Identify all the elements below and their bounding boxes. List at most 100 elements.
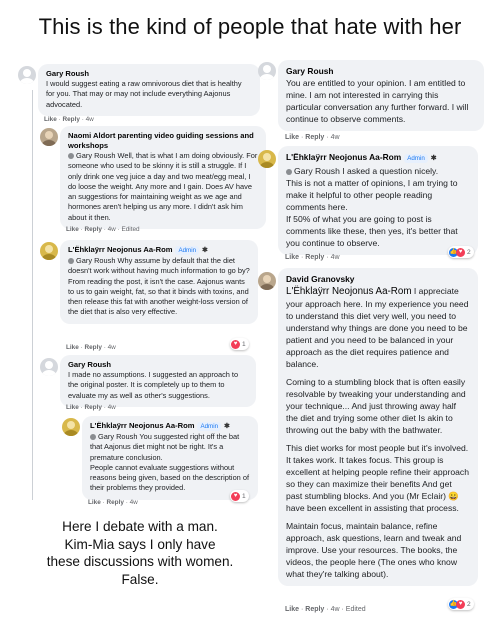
comment-time[interactable]: 4w (331, 134, 340, 141)
comment-body: I asked a question nicely. This is not a… (286, 166, 458, 248)
separator: · (300, 254, 304, 261)
like-link[interactable]: Like (66, 404, 79, 411)
like-link[interactable]: Like (88, 499, 101, 506)
reaction-summary[interactable]: ♥ 1 (230, 338, 249, 350)
mention-icon (68, 257, 74, 264)
comment-text: Gary Roush Well, that is what I am doing… (68, 151, 258, 223)
separator: · (80, 226, 83, 233)
comment-time[interactable]: 4w (331, 254, 340, 261)
comment-author[interactable]: David Granovsky (286, 273, 470, 285)
comment-bubble: David Granovsky L'Ëhklaÿrr Neojonus Aa-R… (278, 268, 478, 586)
badge-icon: ✱ (202, 247, 208, 254)
comment-author[interactable]: Naomi Aldort parenting video guiding ses… (68, 131, 258, 151)
avatar[interactable] (40, 358, 58, 376)
comment-text: I made no assumptions. I suggested an ap… (68, 370, 239, 400)
comment-actions: Like · Reply · 4w (285, 134, 340, 142)
heart-icon: ♥ (456, 599, 465, 609)
mention-icon (68, 152, 74, 159)
comment-text: Gary Roush I asked a question nicely. Th… (286, 165, 470, 249)
comment-paragraph: This diet works for most people but it's… (286, 442, 470, 514)
mention-link[interactable]: Gary Roush (294, 166, 340, 176)
comment-author[interactable]: Gary Roush (286, 65, 476, 77)
thread-line (32, 90, 33, 500)
mention-icon (286, 168, 292, 175)
separator: · (326, 254, 329, 261)
like-link[interactable]: Like (285, 606, 299, 613)
reply-link[interactable]: Reply (305, 254, 324, 261)
mention-link[interactable]: Gary Roush (76, 151, 115, 160)
comment-actions: Like · Reply · 4w (66, 404, 116, 412)
comment-time[interactable]: 4w (331, 606, 340, 613)
avatar[interactable] (258, 272, 276, 290)
badge-icon: ✱ (224, 423, 230, 430)
author-name[interactable]: L'Ëhklaÿrr Neojonus Aa-Rom (68, 245, 172, 254)
edited-label: Edited (121, 226, 140, 233)
comment-time[interactable]: 4w (86, 116, 94, 123)
mention-link[interactable]: Gary Roush (76, 256, 115, 265)
reaction-summary[interactable]: ♥ 1 (230, 490, 249, 502)
like-link[interactable]: Like (44, 116, 57, 123)
reply-link[interactable]: Reply (85, 344, 102, 351)
like-link[interactable]: Like (285, 134, 299, 141)
headline: This is the kind of people that hate wit… (38, 14, 462, 39)
comment-time[interactable]: 4w (130, 499, 138, 506)
separator: · (102, 499, 105, 506)
comment-author[interactable]: L'Ëhklaÿrr Neojonus Aa-Rom Admin ✱ (68, 245, 250, 256)
reply-link[interactable]: Reply (305, 134, 324, 141)
reply-link[interactable]: Reply (63, 116, 80, 123)
reaction-count: 1 (242, 492, 246, 500)
avatar[interactable] (40, 242, 58, 260)
comment-time[interactable]: 4w (108, 226, 116, 233)
mention-icon (90, 433, 96, 440)
comment-text: Gary Roush You suggested right off the b… (90, 432, 250, 494)
separator: · (103, 226, 106, 233)
mention-link[interactable]: L'Ëhklaÿrr Neojonus Aa-Rom (286, 286, 411, 297)
comment-paragraph: Coming to a stumbling block that is ofte… (286, 377, 466, 435)
comment-time[interactable]: 4w (108, 404, 116, 411)
comment-author[interactable]: Gary Roush (68, 360, 248, 370)
avatar[interactable] (62, 418, 80, 436)
separator: · (326, 606, 329, 613)
separator: · (300, 606, 304, 613)
reaction-summary[interactable]: 👍 ♥ 2 (448, 246, 474, 258)
comment-actions: Like · Reply · 4w (88, 499, 138, 507)
comment-body: You suggested right off the bat that Aaj… (90, 432, 250, 493)
comment-body: Why assume by default that the diet does… (68, 256, 250, 317)
badge-icon: ✱ (430, 155, 437, 162)
reply-link[interactable]: Reply (85, 404, 102, 411)
comment-bubble: Naomi Aldort parenting video guiding ses… (60, 126, 266, 230)
reply-link[interactable]: Reply (107, 499, 124, 506)
author-name[interactable]: L'Ëhklaÿrr Neojonus Aa-Rom (90, 421, 194, 430)
reply-link[interactable]: Reply (305, 606, 324, 613)
separator: · (117, 226, 120, 233)
caption: Here I debate with a man. Kim-Mia says I… (46, 519, 234, 587)
comment-author[interactable]: L'Ëhklaÿrr Neojonus Aa-Rom Admin ✱ (286, 151, 470, 165)
avatar[interactable] (258, 62, 276, 80)
comment-author[interactable]: Gary Roush (46, 69, 252, 79)
like-link[interactable]: Like (66, 226, 79, 233)
comment-body: This diet works for most people but it's… (286, 443, 469, 501)
comment-author[interactable]: L'Ëhklaÿrr Neojonus Aa-Rom Admin ✱ (90, 421, 250, 432)
avatar[interactable] (40, 128, 58, 146)
comment-text: L'Ëhklaÿrr Neojonus Aa-Rom I appreciate … (286, 285, 470, 370)
reply-link[interactable]: Reply (85, 226, 102, 233)
comment-time[interactable]: 4w (108, 344, 116, 351)
separator: · (80, 344, 83, 351)
author-name[interactable]: L'Ëhklaÿrr Neojonus Aa-Rom (286, 152, 401, 162)
heart-icon: ♥ (231, 339, 240, 349)
comment-actions: Like · Reply · 4w · Edited (66, 226, 140, 234)
comment-bubble: Gary Roush I made no assumptions. I sugg… (60, 355, 256, 407)
like-link[interactable]: Like (285, 254, 299, 261)
comment-bubble: Gary Roush I would suggest eating a raw … (38, 64, 260, 116)
admin-badge: Admin (175, 246, 200, 255)
avatar[interactable] (258, 150, 276, 168)
admin-badge: Admin (404, 154, 428, 163)
avatar[interactable] (18, 66, 36, 84)
separator: · (80, 404, 83, 411)
like-link[interactable]: Like (66, 344, 79, 351)
reaction-summary[interactable]: 👍 ♥ 2 (448, 598, 474, 610)
mention-link[interactable]: Gary Roush (98, 432, 137, 441)
comment-text: I would suggest eating a raw omnivorous … (46, 79, 242, 109)
heart-icon: ♥ (456, 247, 465, 257)
reaction-count: 2 (467, 248, 471, 256)
